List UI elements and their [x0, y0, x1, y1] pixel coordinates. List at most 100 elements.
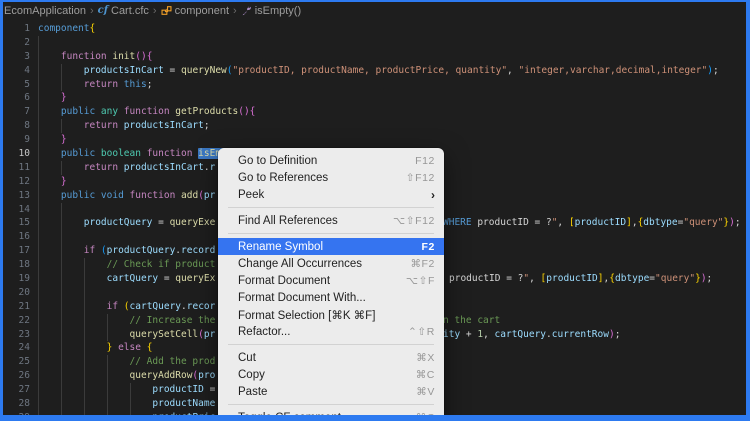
line-number[interactable]: 19	[3, 272, 30, 286]
line-number[interactable]: 7	[3, 105, 30, 119]
indent-guide	[38, 175, 61, 189]
coldfusion-file-icon: cf	[98, 5, 108, 16]
breadcrumb: EcomApplication›cfCart.cfc›component›isE…	[3, 2, 746, 19]
menu-item-format-selection-k-f[interactable]: Format Selection [⌘K ⌘F]	[218, 306, 444, 323]
line-number[interactable]: 15	[3, 216, 30, 230]
breadcrumb-label: Cart.cfc	[111, 5, 149, 17]
menu-item-refactor[interactable]: Refactor...⌃⇧R	[218, 323, 444, 340]
line-number[interactable]: 27	[3, 383, 30, 397]
code-line[interactable]: 1component{	[3, 22, 746, 36]
line-number[interactable]: 6	[3, 91, 30, 105]
code-token: WHERE	[443, 217, 472, 228]
line-number[interactable]: 25	[3, 355, 30, 369]
menu-item-rename-symbol[interactable]: Rename SymbolF2	[218, 238, 444, 255]
code-token: pro	[198, 370, 215, 381]
code-line[interactable]: 2	[3, 36, 746, 50]
indent-guide	[61, 119, 84, 133]
line-number[interactable]: 29	[3, 411, 30, 415]
code-text-after-menu: WHERE productID = ?", [productID],{dbtyp…	[443, 216, 741, 230]
menu-item-change-all-occurrences[interactable]: Change All Occurrences⌘F2	[218, 255, 444, 272]
breadcrumb-item-cart-cfc[interactable]: cfCart.cfc	[98, 5, 149, 17]
menu-item-peek[interactable]: Peek›	[218, 186, 444, 203]
code-line[interactable]: 4productsInCart = queryNew("productID, p…	[3, 64, 746, 78]
line-number[interactable]: 18	[3, 258, 30, 272]
line-number[interactable]: 2	[3, 36, 30, 50]
line-number[interactable]: 21	[3, 300, 30, 314]
code-line[interactable]: 3function init(){	[3, 50, 746, 64]
menu-item-label: Change All Occurrences	[238, 258, 410, 270]
breadcrumb-item-isempty[interactable]: isEmpty()	[241, 5, 301, 17]
code-token: any	[101, 106, 124, 117]
code-line[interactable]: 6}	[3, 91, 746, 105]
breadcrumb-item-ecomapplication[interactable]: EcomApplication	[4, 5, 86, 17]
line-number[interactable]: 20	[3, 286, 30, 300]
code-text: querySetCell(pr	[38, 328, 215, 342]
indent-guide	[38, 161, 61, 175]
menu-item-format-document-with[interactable]: Format Document With...	[218, 289, 444, 306]
line-number[interactable]: 12	[3, 175, 30, 189]
line-number[interactable]: 11	[3, 161, 30, 175]
menu-item-copy[interactable]: Copy⌘C	[218, 366, 444, 383]
menu-item-go-to-references[interactable]: Go to References⇧F12	[218, 169, 444, 186]
line-number[interactable]: 9	[3, 133, 30, 147]
context-menu: Go to DefinitionF12Go to References⇧F12P…	[218, 148, 444, 415]
line-number[interactable]: 26	[3, 369, 30, 383]
code-line[interactable]: 8return productsInCart;	[3, 119, 746, 133]
code-line[interactable]: 7public any function getProducts(){	[3, 105, 746, 119]
line-number[interactable]: 13	[3, 189, 30, 203]
breadcrumb-label: component	[175, 5, 229, 17]
line-number[interactable]: 14	[3, 203, 30, 217]
indent-guide	[61, 244, 84, 258]
code-token: recor	[187, 301, 216, 312]
menu-item-toggle-cf-comment[interactable]: Toggle CF comment⌥⌘C	[218, 409, 444, 415]
indent-guide	[107, 369, 130, 383]
indent-guide	[84, 383, 107, 397]
code-text: }	[38, 133, 67, 147]
code-token: queryExe	[170, 217, 216, 228]
code-token: +	[460, 329, 477, 340]
indent-guide	[38, 272, 61, 286]
line-number[interactable]: 17	[3, 244, 30, 258]
symbol-method-icon	[241, 5, 252, 16]
menu-item-label: Toggle CF comment	[238, 412, 403, 416]
line-number[interactable]: 23	[3, 328, 30, 342]
code-token: productName	[152, 398, 215, 409]
line-number[interactable]: 10	[3, 147, 30, 161]
line-number[interactable]: 16	[3, 230, 30, 244]
line-number[interactable]: 28	[3, 397, 30, 411]
code-text: productName	[38, 397, 215, 411]
line-number[interactable]: 8	[3, 119, 30, 133]
line-number[interactable]: 4	[3, 64, 30, 78]
indent-guide	[38, 119, 61, 133]
line-number[interactable]: 5	[3, 78, 30, 92]
code-token: public	[61, 190, 101, 201]
code-token: "integer,varchar,decimal,integer"	[519, 65, 708, 76]
code-token: init	[112, 51, 135, 62]
line-number[interactable]: 24	[3, 341, 30, 355]
menu-item-paste[interactable]: Paste⌘V	[218, 383, 444, 400]
menu-item-go-to-definition[interactable]: Go to DefinitionF12	[218, 152, 444, 169]
menu-shortcut: F12	[415, 155, 435, 167]
menu-shortcut: ⌃⇧R	[408, 326, 435, 338]
code-line[interactable]: 5return this;	[3, 78, 746, 92]
menu-item-cut[interactable]: Cut⌘X	[218, 349, 444, 366]
indent-guide	[84, 272, 107, 286]
breadcrumb-item-component[interactable]: component	[161, 5, 229, 17]
breadcrumb-label: EcomApplication	[4, 5, 86, 17]
code-token: ;	[615, 329, 621, 340]
menu-item-label: Format Selection [⌘K ⌘F]	[238, 308, 435, 322]
code-token: cartQuery	[130, 301, 181, 312]
menu-shortcut: ⌥⇧F	[406, 275, 435, 287]
indent-guide	[61, 230, 84, 244]
code-token: "query"	[655, 273, 695, 284]
code-text: }	[38, 175, 67, 189]
code-text: return productsInCart.r	[38, 161, 215, 175]
code-line[interactable]: 9}	[3, 133, 746, 147]
menu-item-format-document[interactable]: Format Document⌥⇧F	[218, 272, 444, 289]
line-number[interactable]: 3	[3, 50, 30, 64]
menu-item-label: Refactor...	[238, 326, 408, 338]
code-text: // Add the prod	[38, 355, 215, 369]
line-number[interactable]: 1	[3, 22, 30, 36]
line-number[interactable]: 22	[3, 314, 30, 328]
menu-item-find-all-references[interactable]: Find All References⌥⇧F12	[218, 212, 444, 229]
